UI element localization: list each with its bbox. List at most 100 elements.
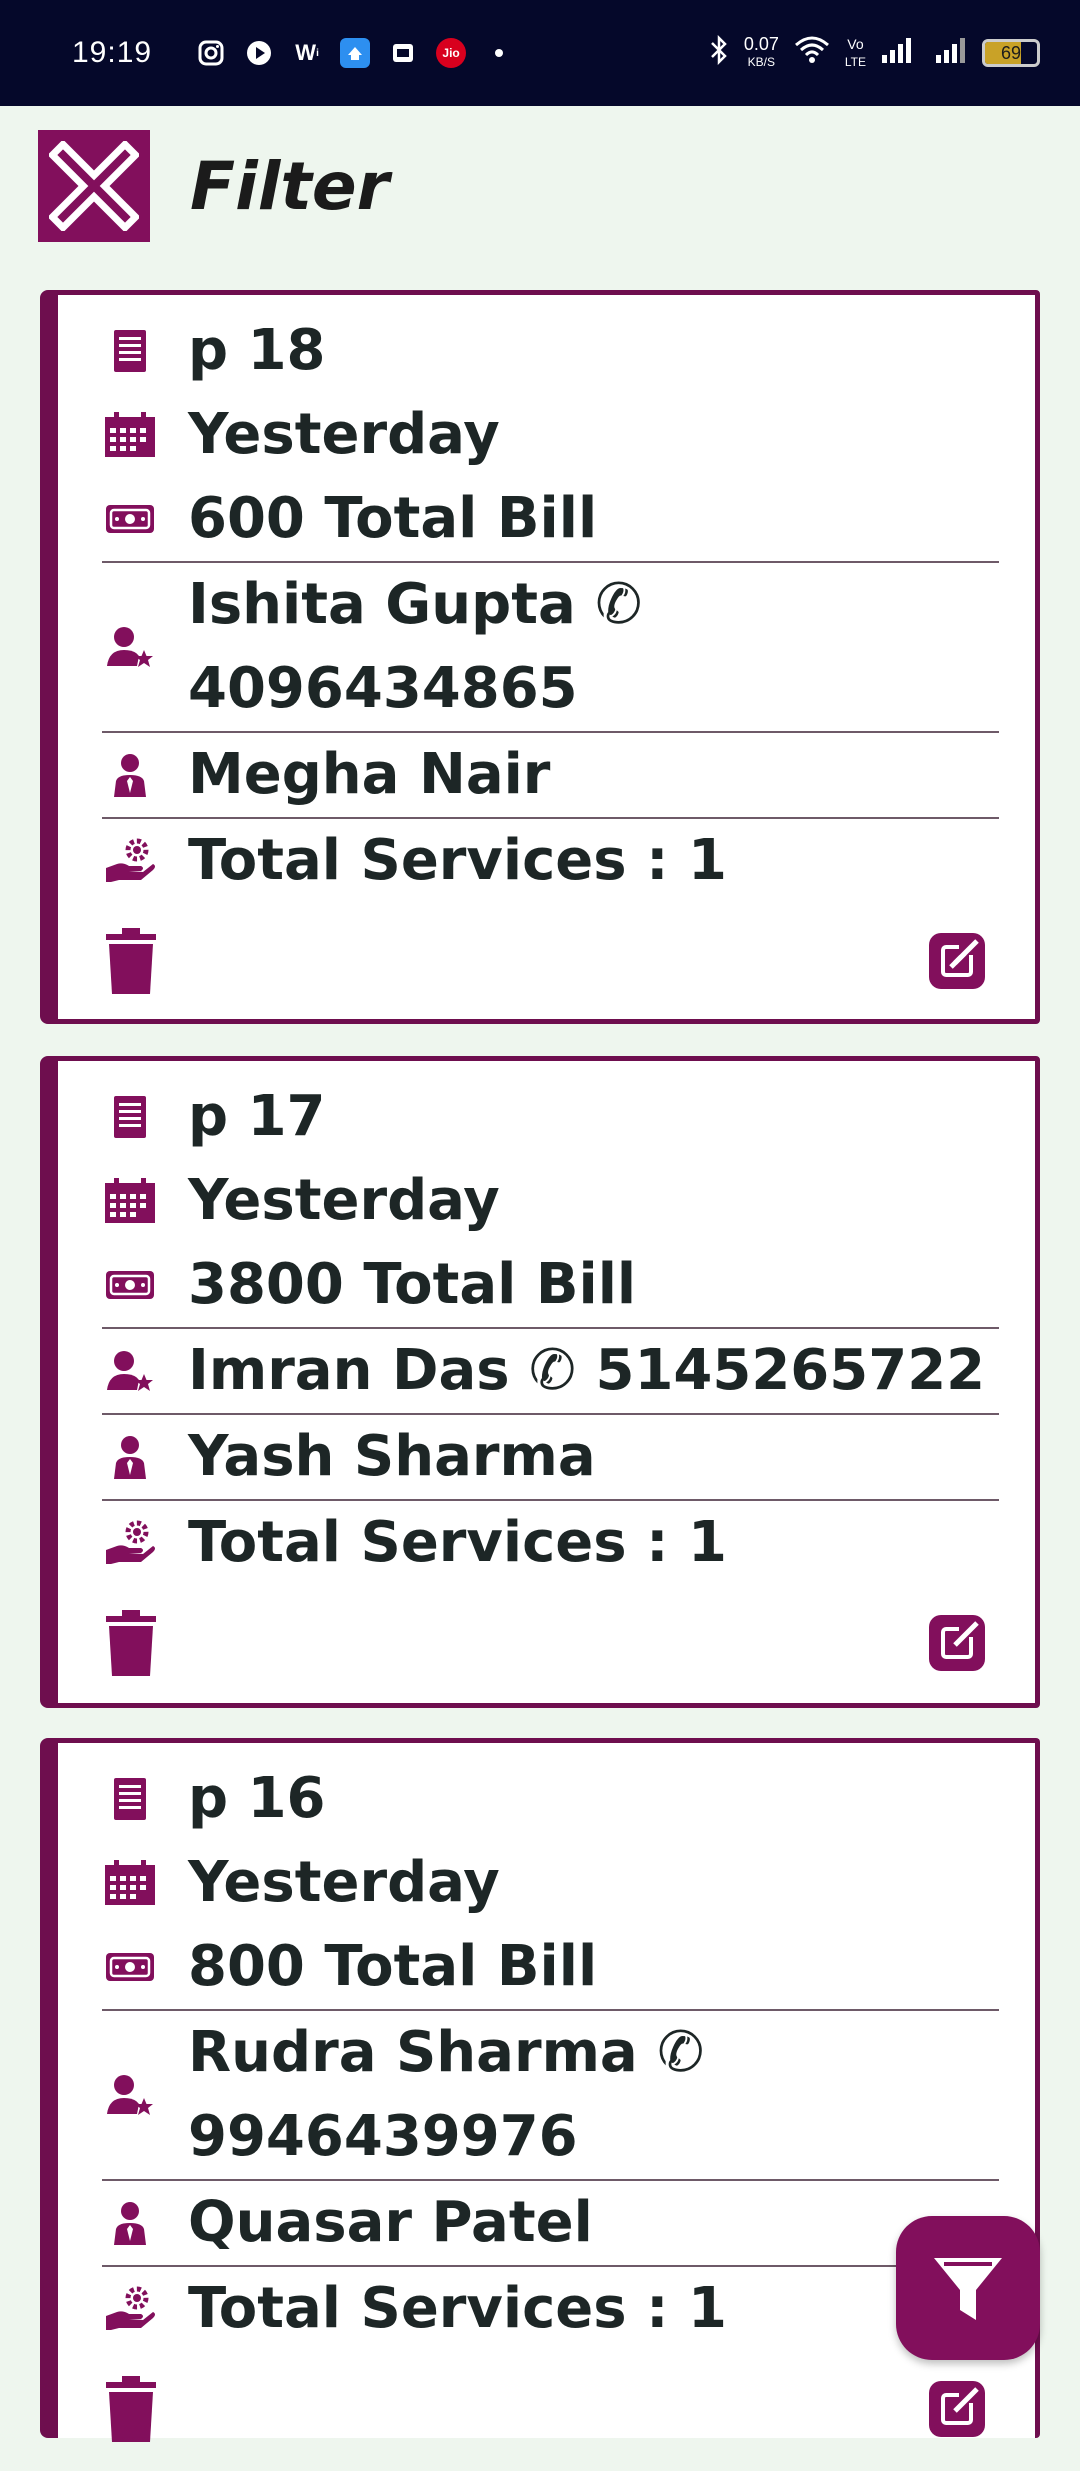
bill-card[interactable]: p 16 Yesterday 800 Total Bill Rudra Shar…	[40, 1738, 1040, 2442]
bill-number-row: p 18	[102, 309, 999, 393]
app-icon	[340, 38, 371, 68]
receipt-icon	[102, 1095, 158, 1139]
total-services: Total Services : 1	[188, 2276, 727, 2341]
customer-name-phone: Ishita Gupta ✆	[188, 572, 643, 637]
edit-icon	[929, 1615, 985, 1671]
status-bar-right: 0.07 KB/S Vo LTE 69	[708, 34, 1040, 71]
wifi-icon	[793, 35, 831, 71]
total-bill: 800 Total Bill	[188, 1934, 598, 1999]
staff-name: Megha Nair	[188, 742, 551, 807]
bill-date: Yesterday	[188, 1850, 500, 1915]
volte-bottom: LTE	[844, 55, 866, 69]
customer-info: Rudra Sharma ✆ 9946439976	[188, 2011, 704, 2179]
card-actions	[102, 903, 999, 1023]
filter-button[interactable]	[896, 2216, 1040, 2360]
receipt-icon	[102, 1777, 158, 1821]
staff-name: Yash Sharma	[188, 1424, 596, 1489]
page-title: Filter	[190, 147, 390, 225]
delete-button[interactable]	[106, 1610, 156, 1680]
total-bill: 600 Total Bill	[188, 486, 598, 551]
bill-number: p 16	[188, 1766, 326, 1831]
close-icon	[49, 141, 139, 231]
youtube-icon	[244, 38, 274, 68]
signal-icon	[880, 37, 920, 69]
wynk-icon: Wi	[295, 40, 319, 65]
bluetooth-icon	[708, 34, 730, 71]
staff-row: Megha Nair	[102, 733, 999, 819]
signal-icon-2	[934, 37, 968, 69]
edit-button[interactable]	[929, 1615, 985, 1675]
clock: 19:19	[72, 36, 153, 69]
customer-row[interactable]: Ishita Gupta ✆ 4096434865	[102, 563, 999, 733]
bill-number: p 17	[188, 1084, 326, 1149]
total-bill-row: 600 Total Bill	[102, 477, 999, 563]
staff-icon	[102, 2201, 158, 2245]
customer-row[interactable]: Imran Das ✆ 5145265722	[102, 1329, 999, 1415]
gallery-icon	[388, 38, 418, 68]
customer-icon	[102, 1350, 158, 1392]
customer-name-phone: Rudra Sharma ✆	[188, 2020, 705, 2085]
instagram-icon	[196, 38, 226, 68]
volte-label: Vo LTE	[845, 35, 866, 71]
network-speed: 0.07 KB/S	[744, 35, 779, 71]
services-row: Total Services : 1	[102, 2267, 999, 2351]
date-row: Yesterday	[102, 1159, 999, 1243]
delete-button[interactable]	[106, 928, 156, 998]
battery-percent: 69	[1000, 42, 1022, 63]
bill-card[interactable]: p 18 Yesterday 600 Total Bill Ishita Gup…	[40, 290, 1040, 1024]
edit-icon	[929, 933, 985, 989]
services-row: Total Services : 1	[102, 1501, 999, 1585]
total-bill-row: 800 Total Bill	[102, 1925, 999, 2011]
date-row: Yesterday	[102, 1841, 999, 1925]
jio-icon: Jio	[436, 38, 467, 68]
staff-row: Yash Sharma	[102, 1415, 999, 1501]
customer-phone: 4096434865	[188, 656, 578, 721]
money-icon	[102, 1952, 158, 1982]
dot-icon	[484, 38, 514, 68]
battery-icon: 69	[982, 39, 1040, 67]
customer-row[interactable]: Rudra Sharma ✆ 9946439976	[102, 2011, 999, 2181]
close-button[interactable]	[38, 130, 150, 242]
service-icon	[102, 838, 158, 884]
card-actions	[102, 1585, 999, 1705]
staff-icon	[102, 753, 158, 797]
service-icon	[102, 1520, 158, 1566]
bill-date: Yesterday	[188, 402, 500, 467]
money-icon	[102, 1270, 158, 1300]
volte-top: Vo	[847, 36, 864, 52]
receipt-icon	[102, 329, 158, 373]
total-bill-row: 3800 Total Bill	[102, 1243, 999, 1329]
bill-number-row: p 16	[102, 1757, 999, 1841]
speed-unit: KB/S	[747, 55, 776, 69]
edit-icon	[929, 2381, 985, 2437]
total-bill: 3800 Total Bill	[188, 1252, 637, 1317]
customer-icon	[102, 2074, 158, 2116]
bill-card[interactable]: p 17 Yesterday 3800 Total Bill Imran Das…	[40, 1056, 1040, 1708]
customer-info: Ishita Gupta ✆ 4096434865	[188, 563, 642, 731]
bill-number-row: p 17	[102, 1075, 999, 1159]
speed-value: 0.07	[743, 34, 779, 54]
bill-date: Yesterday	[188, 1168, 500, 1233]
calendar-icon	[102, 1178, 158, 1224]
customer-icon	[102, 626, 158, 668]
trash-icon	[106, 1610, 156, 1676]
customer-phone: 9946439976	[188, 2104, 578, 2169]
staff-icon	[102, 1435, 158, 1479]
calendar-icon	[102, 412, 158, 458]
trash-icon	[106, 928, 156, 994]
edit-button[interactable]	[929, 2381, 985, 2441]
status-bar: 19:19 Wi Jio 0.07 KB/S Vo LTE 69	[0, 0, 1080, 106]
header: Filter	[0, 106, 1080, 266]
bill-number: p 18	[188, 318, 326, 383]
staff-row: Quasar Patel	[102, 2181, 999, 2267]
customer-name-phone: Imran Das ✆ 5145265722	[188, 1338, 986, 1403]
edit-button[interactable]	[929, 933, 985, 993]
status-bar-left: 19:19 Wi Jio	[72, 36, 514, 70]
total-services: Total Services : 1	[188, 1510, 727, 1575]
money-icon	[102, 504, 158, 534]
filter-icon	[934, 2258, 1002, 2320]
service-icon	[102, 2286, 158, 2332]
delete-button[interactable]	[106, 2376, 156, 2446]
date-row: Yesterday	[102, 393, 999, 477]
services-row: Total Services : 1	[102, 819, 999, 903]
